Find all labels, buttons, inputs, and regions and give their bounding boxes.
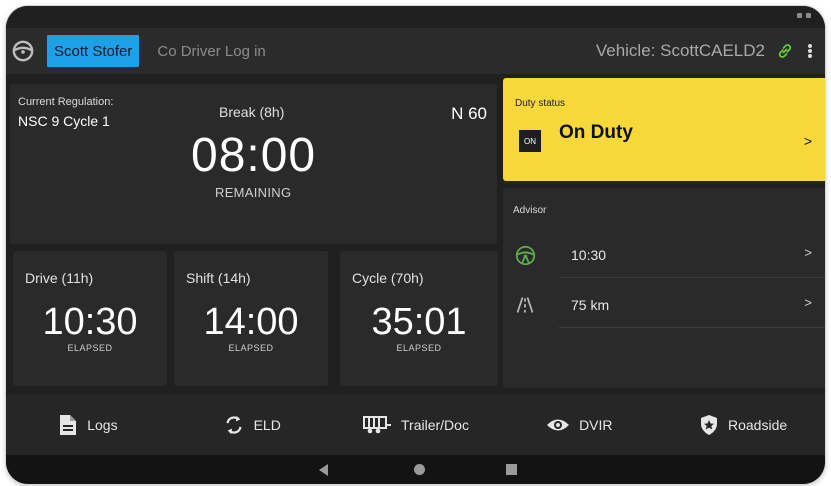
chevron-right-icon: > <box>803 133 812 149</box>
divider <box>559 277 825 278</box>
advisor-distance-value: 75 km <box>571 297 610 313</box>
latitude-indicator: N 60 <box>451 104 487 123</box>
nav-trailer-doc[interactable]: Trailer/Doc <box>334 395 498 455</box>
document-icon <box>60 415 77 435</box>
nav-eld-label: ELD <box>253 417 281 433</box>
drive-status: ELAPSED <box>67 343 113 353</box>
advisor-panel: Advisor 10:30 > 75 km > <box>503 188 825 388</box>
nav-logs-label: Logs <box>87 417 118 433</box>
home-icon[interactable] <box>414 464 425 475</box>
nav-dvir[interactable]: DVIR <box>497 395 661 455</box>
shift-time: 14:00 <box>203 301 299 343</box>
nav-roadside-label: Roadside <box>728 417 788 433</box>
bottom-nav: Logs ELD Trailer/Doc DVIR Roadside <box>6 395 825 455</box>
shift-status: ELAPSED <box>228 343 274 353</box>
system-nav-bar <box>6 455 825 484</box>
recent-apps-icon[interactable] <box>506 464 517 475</box>
advisor-drive-value: 10:30 <box>571 247 607 263</box>
steering-wheel-icon <box>514 244 536 266</box>
status-indicators <box>797 13 811 18</box>
tablet-screen: Scott Stofer Co Driver Log in Vehicle: S… <box>6 6 825 484</box>
steering-wheel-icon[interactable] <box>11 39 35 63</box>
vehicle-label[interactable]: Vehicle: ScottCAELD2 <box>596 41 765 61</box>
eye-icon <box>547 419 570 431</box>
driver-tab[interactable]: Scott Stofer <box>47 35 140 67</box>
road-icon <box>514 294 536 316</box>
nav-logs[interactable]: Logs <box>6 395 170 455</box>
cycle-status: ELAPSED <box>396 343 442 353</box>
regulation-value: NSC 9 Cycle 1 <box>18 113 110 129</box>
trailer-icon <box>363 416 392 434</box>
chevron-right-icon: > <box>804 295 812 310</box>
divider <box>559 327 825 328</box>
break-label: Break (8h) <box>219 104 285 120</box>
nav-trailer-doc-label: Trailer/Doc <box>401 417 469 433</box>
break-time: 08:00 <box>191 129 317 182</box>
back-icon[interactable] <box>319 464 328 476</box>
advisor-label: Advisor <box>513 205 547 216</box>
overflow-menu-icon[interactable] <box>807 42 813 60</box>
shift-label: Shift (14h) <box>186 270 251 286</box>
top-bar: Scott Stofer Co Driver Log in Vehicle: S… <box>6 28 825 74</box>
break-panel: Current Regulation: NSC 9 Cycle 1 Break … <box>10 84 497 244</box>
advisor-distance-row[interactable]: 75 km > <box>503 284 825 328</box>
cycle-time: 35:01 <box>371 301 467 343</box>
duty-status-label: Duty status <box>515 98 566 109</box>
regulation-label: Current Regulation: <box>18 96 114 108</box>
duty-status-card[interactable]: Duty status ON On Duty > <box>503 78 825 181</box>
shield-star-icon <box>701 415 717 435</box>
nav-eld[interactable]: ELD <box>170 395 334 455</box>
advisor-drive-row[interactable]: 10:30 > <box>503 234 825 278</box>
sync-icon <box>226 415 242 435</box>
duty-status-badge: ON <box>519 130 541 152</box>
nav-dvir-label: DVIR <box>579 417 613 433</box>
drive-time: 10:30 <box>42 301 138 343</box>
drive-timer-card[interactable]: Drive (11h) 10:30 ELAPSED <box>13 251 167 386</box>
link-icon[interactable] <box>775 41 795 61</box>
co-driver-login-link[interactable]: Co Driver Log in <box>157 43 265 60</box>
break-status: REMAINING <box>215 185 292 200</box>
status-bar <box>6 6 825 28</box>
cycle-timer-card[interactable]: Cycle (70h) 35:01 ELAPSED <box>340 251 498 386</box>
cycle-label: Cycle (70h) <box>352 270 424 286</box>
duty-status-value: On Duty <box>559 122 633 143</box>
chevron-right-icon: > <box>804 245 812 260</box>
shift-timer-card[interactable]: Shift (14h) 14:00 ELAPSED <box>174 251 328 386</box>
drive-label: Drive (11h) <box>25 270 94 286</box>
nav-roadside[interactable]: Roadside <box>661 395 825 455</box>
